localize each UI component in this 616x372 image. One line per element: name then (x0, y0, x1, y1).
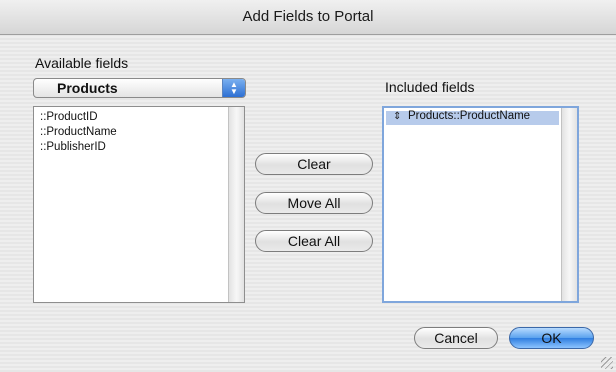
list-item[interactable]: ::ProductID (40, 111, 98, 123)
clear-all-button[interactable]: Clear All (255, 230, 373, 252)
cancel-button[interactable]: Cancel (414, 327, 498, 349)
ok-button[interactable]: OK (509, 327, 594, 349)
add-fields-dialog: Add Fields to Portal Available fields Pr… (0, 0, 616, 372)
move-all-button[interactable]: Move All (255, 192, 373, 214)
included-fields-scrollbar[interactable] (561, 108, 577, 301)
available-fields-label: Available fields (35, 55, 129, 71)
updown-arrows-icon: ▲ ▼ (222, 79, 245, 97)
list-item-label: Products::ProductName (408, 110, 531, 122)
dialog-title: Add Fields to Portal (0, 0, 616, 35)
available-fields-list[interactable]: ::ProductID ::ProductName ::PublisherID (33, 106, 245, 303)
included-fields-label: Included fields (385, 79, 475, 95)
list-item[interactable]: ⇕ Products::ProductName (386, 110, 559, 125)
available-fields-scrollbar[interactable] (228, 107, 244, 302)
table-select-value: Products (57, 80, 118, 96)
drag-handle-icon[interactable]: ⇕ (393, 111, 401, 122)
list-item[interactable]: ::ProductName (40, 126, 117, 138)
table-select[interactable]: Products ▲ ▼ (33, 78, 246, 98)
list-item[interactable]: ::PublisherID (40, 141, 106, 153)
clear-button[interactable]: Clear (255, 153, 373, 175)
resize-grip-icon[interactable] (601, 357, 613, 369)
included-fields-list[interactable]: ⇕ Products::ProductName (382, 106, 579, 303)
